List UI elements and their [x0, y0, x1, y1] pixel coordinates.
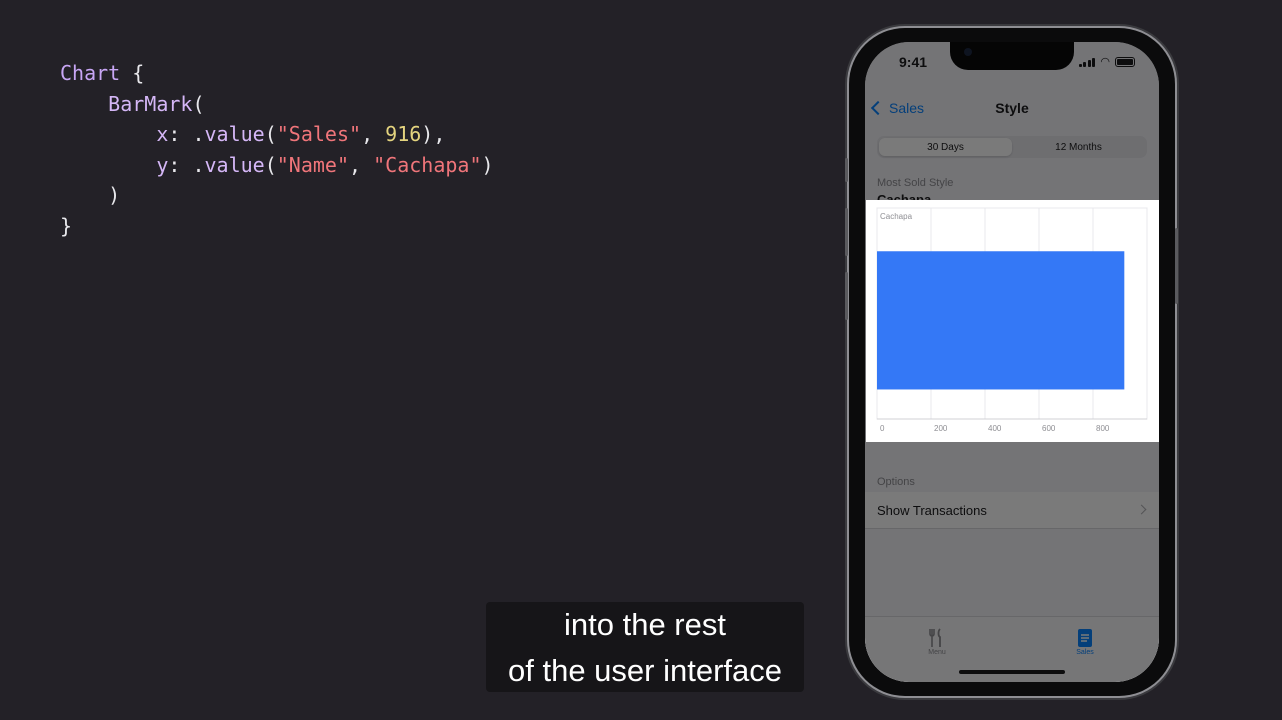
category-label: Cachapa: [880, 212, 913, 221]
code-token: ): [481, 152, 494, 177]
options-section-header: Options: [877, 476, 915, 488]
status-time: 9:41: [899, 54, 928, 70]
code-snippet: Chart { BarMark( x: .value("Sales", 916)…: [60, 58, 494, 241]
tab-menu[interactable]: Menu: [907, 627, 967, 656]
code-line: Chart {: [60, 58, 494, 89]
chevron-right-icon: [1136, 504, 1147, 515]
code-token: Chart: [60, 61, 121, 85]
navigation-bar: Sales Style: [865, 98, 1159, 122]
camera-icon: [964, 48, 972, 56]
wifi-icon: ◠: [1100, 56, 1110, 68]
code-token: y: [156, 152, 169, 177]
code-token: BarMark: [108, 91, 193, 116]
mute-switch: [845, 158, 848, 182]
code-token: (: [192, 91, 205, 116]
show-transactions-row[interactable]: Show Transactions: [865, 492, 1159, 529]
code-line: x: .value("Sales", 916),: [60, 119, 494, 150]
caption-box: into the rest of the user interface: [486, 602, 804, 692]
code-line: BarMark(: [60, 89, 494, 120]
most-sold-style-label: Most Sold Style: [877, 177, 954, 189]
bar: [877, 251, 1125, 390]
code-token: "Name": [276, 152, 350, 177]
notch: [950, 42, 1074, 70]
code-token: ,: [349, 152, 374, 177]
x-tick-label: 0: [880, 424, 885, 433]
side-button: [1175, 228, 1178, 304]
x-tick-label: 800: [1096, 424, 1110, 433]
code-line: ): [60, 180, 494, 211]
status-icons: ◠: [1078, 56, 1135, 68]
sales-chart-card: 0 200 400 600 800 Cachapa: [866, 200, 1159, 442]
caption-line-1: into the rest: [564, 607, 726, 642]
date-range-segmented-control: 30 Days 12 Months: [877, 136, 1147, 158]
x-tick-label: 400: [988, 424, 1002, 433]
volume-up-button: [845, 208, 848, 256]
tab-sales[interactable]: Sales: [1055, 627, 1115, 656]
code-token: value: [204, 152, 265, 177]
code-token: ,: [361, 122, 386, 146]
battery-icon: [1115, 57, 1135, 67]
code-line: y: .value("Name", "Cachapa"): [60, 150, 494, 181]
page-title: Style: [995, 100, 1029, 116]
home-indicator: [959, 670, 1065, 674]
segment-30-days[interactable]: 30 Days: [879, 138, 1012, 156]
code-token: : .: [168, 152, 205, 177]
code-token: (: [264, 152, 277, 177]
x-tick-label: 200: [934, 424, 948, 433]
x-tick-label: 600: [1042, 424, 1056, 433]
tab-sales-label: Sales: [1076, 649, 1094, 656]
code-token: value: [204, 122, 265, 146]
code-token: : .: [168, 122, 205, 146]
volume-down-button: [845, 272, 848, 320]
fork-knife-icon: [907, 627, 967, 649]
code-token: ),: [421, 122, 446, 146]
code-token: "Sales": [276, 122, 362, 146]
tab-menu-label: Menu: [928, 649, 946, 656]
caption-line-2: of the user interface: [508, 653, 782, 688]
document-icon: [1055, 627, 1115, 649]
code-token: }: [60, 213, 73, 238]
code-token: "Cachapa": [373, 152, 482, 177]
bar-chart: 0 200 400 600 800 Cachapa: [876, 207, 1148, 433]
code-token: {: [120, 61, 145, 85]
code-line: }: [60, 211, 494, 242]
code-token: x: [156, 122, 169, 146]
code-token: 916: [385, 122, 422, 146]
code-token: (: [264, 122, 277, 146]
code-token: ): [60, 183, 121, 207]
cellular-signal-icon: [1078, 58, 1096, 67]
show-transactions-label: Show Transactions: [877, 503, 987, 518]
segment-12-months[interactable]: 12 Months: [1012, 138, 1145, 156]
